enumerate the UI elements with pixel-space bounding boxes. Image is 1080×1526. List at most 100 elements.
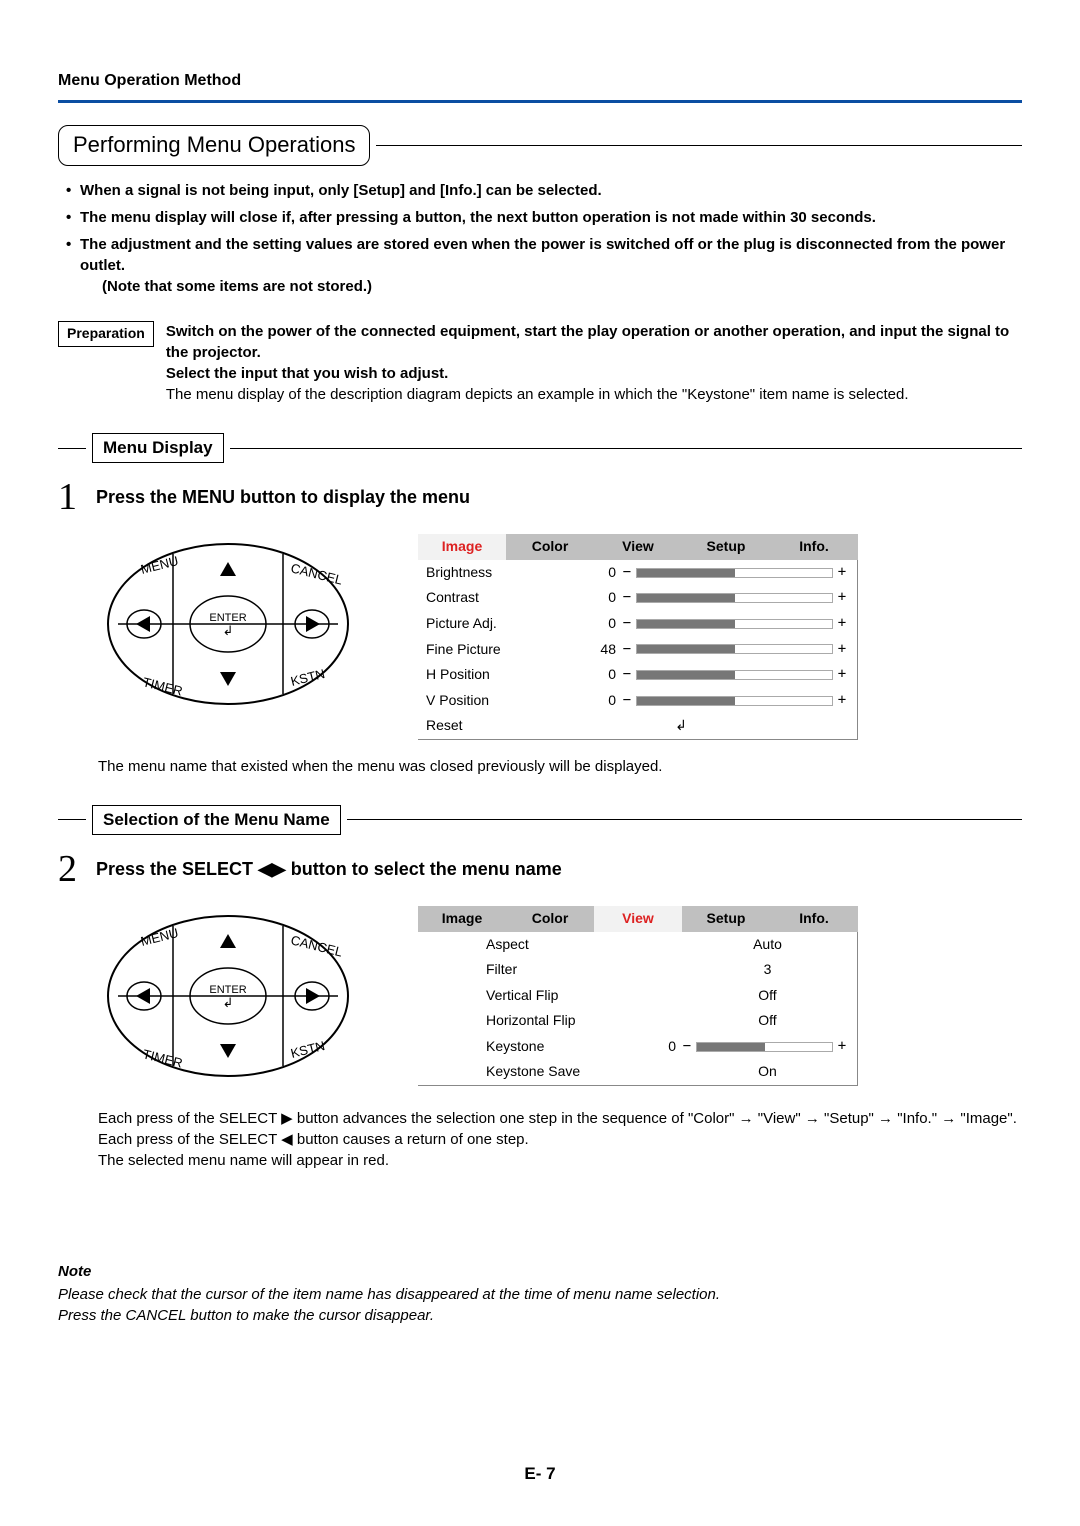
minus-icon: − [620,665,634,685]
subheading-selection-menu-name: Selection of the Menu Name [92,805,341,835]
preparation-text: Switch on the power of the connected equ… [166,321,1022,405]
osd-tab-setup: Setup [682,534,770,560]
bullet-item: The menu display will close if, after pr… [58,207,1022,228]
note-line: Press the CANCEL button to make the curs… [58,1305,1022,1326]
osd-row-label: Filter [426,960,646,980]
svg-text:MENU: MENU [139,925,180,949]
minus-icon: − [620,588,634,608]
plus-icon: + [835,563,849,583]
osd-tab-image: Image [418,534,506,560]
osd-row: Picture Adj.0−+ [418,611,857,637]
osd-menu-view: ImageColorViewSetupInfo. AspectAutoFilte… [418,906,858,1086]
osd-tab-view: View [594,534,682,560]
page-header: Menu Operation Method [58,70,1022,92]
osd-row-value: 3 [646,960,849,980]
osd-row-value: Off [646,986,849,1006]
section-rule [376,145,1022,146]
osd-tab-info: Info. [770,906,858,932]
osd-slider: −+ [620,665,849,685]
svg-text:KSTN: KSTN [289,1038,326,1061]
plus-icon: + [835,691,849,711]
minus-icon: − [620,691,634,711]
osd-row-label: V Position [426,691,586,711]
svg-text:KSTN: KSTN [289,666,326,689]
preparation-label: Preparation [58,321,154,347]
enter-icon: ↲ [513,716,849,736]
minus-icon: − [620,614,634,634]
osd-row-label: Aspect [426,935,646,955]
osd-row: Keystone0−+ [418,1034,857,1060]
subheading-rule-right [347,819,1022,820]
osd-row-value: 0 [586,691,616,711]
osd-row: Contrast0−+ [418,585,857,611]
osd-row-label: Fine Picture [426,640,586,660]
osd-row-label: Horizontal Flip [426,1011,646,1031]
section-title-pill: Performing Menu Operations [58,125,370,166]
osd-row-value: 0 [646,1037,676,1057]
osd-row-label: Contrast [426,588,586,608]
step1-description: The menu name that existed when the menu… [98,756,1022,777]
svg-text:↲: ↲ [223,623,234,638]
osd-row-value: 48 [586,640,616,660]
svg-text:MENU: MENU [139,553,180,577]
osd-slider: −+ [620,563,849,583]
osd-row: H Position0−+ [418,662,857,688]
plus-icon: + [835,665,849,685]
osd-row-label: Brightness [426,563,586,583]
svg-text:CANCEL: CANCEL [289,561,344,588]
bullet-item: The adjustment and the setting values ar… [58,234,1022,297]
note-title: Note [58,1261,1022,1282]
osd-slider: −+ [620,691,849,711]
step-instruction: Press the MENU button to display the men… [96,485,470,510]
subheading-rule-right [230,448,1022,449]
bullet-list: When a signal is not being input, only [… [58,180,1022,297]
osd-slider: −+ [620,640,849,660]
subheading-menu-display: Menu Display [92,433,224,463]
select-lr-icon: ◀▶ [258,859,286,879]
minus-icon: − [680,1037,694,1057]
osd-row-value: Off [646,1011,849,1031]
osd-row-value: 0 [586,588,616,608]
header-rule [58,100,1022,103]
osd-row: Horizontal FlipOff [418,1008,857,1034]
osd-tab-setup: Setup [682,906,770,932]
osd-row-label: Keystone Save [426,1062,646,1082]
osd-row: Fine Picture48−+ [418,637,857,663]
osd-slider: −+ [620,588,849,608]
osd-row: Filter3 [418,957,857,983]
osd-row: Keystone SaveOn [418,1059,857,1085]
osd-row: Reset↲ [418,713,857,739]
plus-icon: + [835,588,849,608]
subheading-rule-left [58,448,86,449]
subheading-rule-left [58,819,86,820]
osd-tab-color: Color [506,906,594,932]
osd-row-value: 0 [586,665,616,685]
svg-text:CANCEL: CANCEL [289,932,344,959]
remote-dpad-illustration: MENU CANCEL TIMER KSTN ENTER ↲ [98,906,358,1092]
osd-row: V Position0−+ [418,688,857,714]
osd-row-label: Picture Adj. [426,614,586,634]
step-number: 1 [58,471,88,524]
step2-description: Each press of the SELECT ▶ button advanc… [98,1108,1022,1171]
osd-menu-image: ImageColorViewSetupInfo. Brightness0−+Co… [418,534,858,740]
osd-slider: −+ [680,1037,849,1057]
remote-dpad-illustration: MENU CANCEL TIMER KSTN ENTER ↲ [98,534,358,720]
minus-icon: − [620,640,634,660]
plus-icon: + [835,640,849,660]
osd-tab-info: Info. [770,534,858,560]
bullet-note: (Note that some items are not stored.) [80,278,372,295]
osd-row-label: H Position [426,665,586,685]
step-instruction: Press the SELECT ◀▶ button to select the… [96,857,562,882]
osd-row: AspectAuto [418,932,857,958]
osd-row-value: 0 [586,614,616,634]
svg-text:TIMER: TIMER [141,675,184,699]
osd-tab-color: Color [506,534,594,560]
osd-tab-image: Image [418,906,506,932]
note-line: Please check that the cursor of the item… [58,1284,1022,1305]
osd-row: Vertical FlipOff [418,983,857,1009]
osd-slider: −+ [620,614,849,634]
plus-icon: + [835,614,849,634]
osd-tab-view: View [594,906,682,932]
osd-row: Brightness0−+ [418,560,857,586]
osd-row-value: 0 [586,563,616,583]
